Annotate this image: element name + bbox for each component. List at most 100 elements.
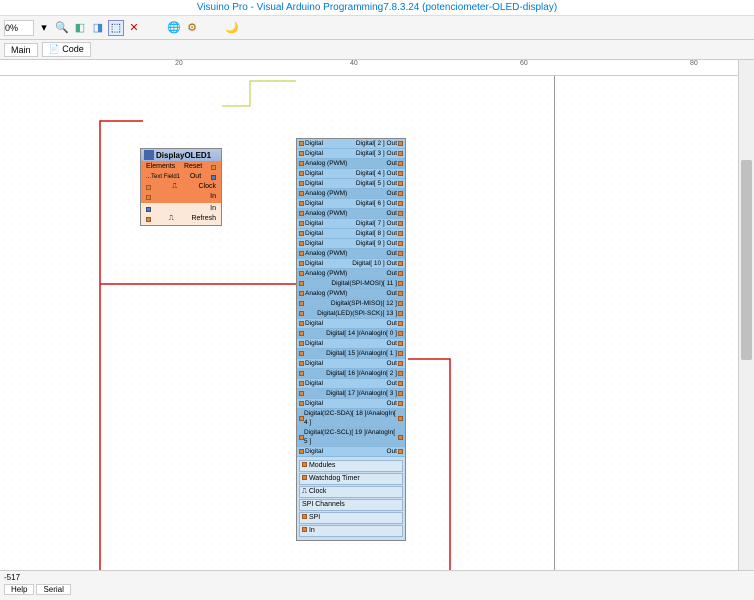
port-out[interactable] bbox=[398, 241, 403, 246]
tool-icon[interactable]: ◧ bbox=[72, 20, 88, 36]
pin-row[interactable]: Analog (PWM) Out bbox=[297, 289, 405, 299]
canvas[interactable]: DisplayOLED1 ElementsReset ...Text Field… bbox=[0, 76, 754, 586]
port-out[interactable] bbox=[398, 281, 403, 286]
node-header[interactable]: DisplayOLED1 bbox=[141, 149, 221, 161]
port-modules[interactable] bbox=[302, 462, 307, 467]
port-out[interactable] bbox=[398, 211, 403, 216]
pin-row[interactable]: DigitalDigital[ 9 ] Out bbox=[297, 239, 405, 249]
pin-row[interactable]: Digital(LED)(SPI-SCK)[ 13 ] bbox=[297, 309, 405, 319]
port-out[interactable] bbox=[398, 161, 403, 166]
port-out[interactable] bbox=[398, 351, 403, 356]
port-in2[interactable] bbox=[146, 207, 151, 212]
pin-row[interactable]: Analog (PWM) Out bbox=[297, 189, 405, 199]
pin-row[interactable]: Digital Out bbox=[297, 359, 405, 369]
arduino-node[interactable]: DigitalDigital[ 2 ] OutDigitalDigital[ 3… bbox=[296, 138, 406, 541]
port-in[interactable] bbox=[299, 241, 304, 246]
port-out[interactable] bbox=[398, 261, 403, 266]
pin-row[interactable]: DigitalDigital[ 2 ] Out bbox=[297, 139, 405, 149]
globe-icon[interactable]: 🌐 bbox=[166, 20, 182, 36]
port-in[interactable] bbox=[299, 361, 304, 366]
pin-row[interactable]: Analog (PWM) Out bbox=[297, 159, 405, 169]
port-out[interactable] bbox=[398, 449, 403, 454]
port-out[interactable] bbox=[398, 321, 403, 326]
port-clock[interactable] bbox=[146, 185, 151, 190]
pin-row[interactable]: DigitalDigital[ 4 ] Out bbox=[297, 169, 405, 179]
port-out[interactable] bbox=[398, 221, 403, 226]
port-out[interactable] bbox=[398, 341, 403, 346]
port-in[interactable] bbox=[299, 271, 304, 276]
port-reset[interactable] bbox=[211, 165, 216, 170]
port-in[interactable] bbox=[299, 261, 304, 266]
port-in[interactable] bbox=[299, 211, 304, 216]
zoom-icon[interactable]: 🔍 bbox=[54, 20, 70, 36]
port-in[interactable] bbox=[299, 281, 304, 286]
port-in[interactable] bbox=[299, 161, 304, 166]
port-out[interactable] bbox=[398, 231, 403, 236]
pin-row[interactable]: Digital[ 17 ]/AnalogIn[ 3 ] bbox=[297, 389, 405, 399]
scrollbar-vertical[interactable] bbox=[738, 60, 754, 570]
port-out[interactable] bbox=[398, 401, 403, 406]
port-in[interactable] bbox=[299, 221, 304, 226]
port-out[interactable] bbox=[398, 171, 403, 176]
port-out[interactable] bbox=[398, 291, 403, 296]
port-in[interactable] bbox=[299, 171, 304, 176]
port-out[interactable] bbox=[398, 181, 403, 186]
port-in[interactable] bbox=[299, 151, 304, 156]
pin-row[interactable]: Digital[ 16 ]/AnalogIn[ 2 ] bbox=[297, 369, 405, 379]
pin-row[interactable]: Digital Out bbox=[297, 399, 405, 409]
tab-main[interactable]: Main bbox=[4, 43, 38, 57]
scrollbar-thumb[interactable] bbox=[741, 160, 752, 360]
zoom-input[interactable] bbox=[4, 20, 34, 36]
port-out[interactable] bbox=[398, 435, 403, 440]
port-watchdog[interactable] bbox=[302, 475, 307, 480]
port-out[interactable] bbox=[398, 141, 403, 146]
pin-row[interactable]: Digital Out bbox=[297, 339, 405, 349]
oled-node[interactable]: DisplayOLED1 ElementsReset ...Text Field… bbox=[140, 148, 222, 226]
port-in[interactable] bbox=[299, 321, 304, 326]
pin-row[interactable]: DigitalDigital[ 7 ] Out bbox=[297, 219, 405, 229]
port-out[interactable] bbox=[398, 301, 403, 306]
gear-icon[interactable]: ⚙ bbox=[184, 20, 200, 36]
port-out[interactable] bbox=[398, 311, 403, 316]
port-in[interactable] bbox=[299, 291, 304, 296]
pin-row[interactable]: DigitalDigital[ 6 ] Out bbox=[297, 199, 405, 209]
port-out[interactable] bbox=[398, 271, 403, 276]
port-in[interactable] bbox=[299, 141, 304, 146]
port-in[interactable] bbox=[299, 181, 304, 186]
port-out[interactable] bbox=[398, 251, 403, 256]
port-out[interactable] bbox=[398, 371, 403, 376]
port-out[interactable] bbox=[398, 151, 403, 156]
port-in[interactable] bbox=[299, 401, 304, 406]
pin-row[interactable]: Digital Out bbox=[297, 379, 405, 389]
port-in[interactable] bbox=[146, 195, 151, 200]
port-in[interactable] bbox=[299, 341, 304, 346]
pin-row[interactable]: Analog (PWM) Out bbox=[297, 249, 405, 259]
pin-row[interactable]: Digital Out bbox=[297, 319, 405, 329]
pin-row[interactable]: DigitalDigital[ 10 ] Out bbox=[297, 259, 405, 269]
pin-row[interactable]: Digital(SPI-MISO)[ 12 ] bbox=[297, 299, 405, 309]
port-in[interactable] bbox=[299, 311, 304, 316]
port-in[interactable] bbox=[299, 449, 304, 454]
pin-row[interactable]: Digital(SPI-MOSI)[ 11 ] bbox=[297, 279, 405, 289]
pin-row[interactable]: DigitalDigital[ 8 ] Out bbox=[297, 229, 405, 239]
port-out[interactable] bbox=[398, 381, 403, 386]
port-in[interactable] bbox=[299, 391, 304, 396]
port-out[interactable] bbox=[398, 361, 403, 366]
port-out[interactable] bbox=[398, 191, 403, 196]
port-in[interactable] bbox=[299, 331, 304, 336]
port-in[interactable] bbox=[299, 191, 304, 196]
moon-icon[interactable]: 🌙 bbox=[224, 20, 240, 36]
port-out[interactable] bbox=[211, 175, 216, 180]
port-in[interactable] bbox=[299, 251, 304, 256]
pin-row[interactable]: Digital(I2C-SDA)[ 18 ]/AnalogIn[ 4 ] bbox=[297, 409, 405, 428]
port-spi[interactable] bbox=[302, 514, 307, 519]
tool-icon-2[interactable]: ◨ bbox=[90, 20, 106, 36]
pin-row[interactable]: Digital[ 15 ]/AnalogIn[ 1 ] bbox=[297, 349, 405, 359]
port-in[interactable] bbox=[299, 231, 304, 236]
port-out[interactable] bbox=[398, 416, 403, 421]
port-out[interactable] bbox=[398, 201, 403, 206]
port-in[interactable] bbox=[299, 381, 304, 386]
port-refresh[interactable] bbox=[146, 217, 151, 222]
tab-code[interactable]: 📄 Code bbox=[42, 42, 91, 57]
pin-row[interactable]: DigitalDigital[ 3 ] Out bbox=[297, 149, 405, 159]
